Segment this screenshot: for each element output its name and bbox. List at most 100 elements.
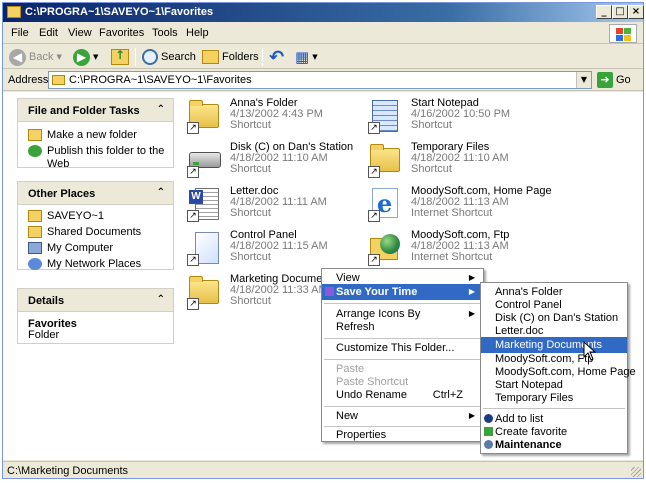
menu-view[interactable]: View — [68, 27, 92, 39]
file-item[interactable]: W ↗ Letter.doc 4/18/2002 11:11 AM Shortcut — [173, 182, 358, 228]
new-folder-icon — [28, 129, 42, 141]
internet-explorer-icon: e ↗ — [368, 186, 402, 222]
up-folder-icon: ↑ — [111, 48, 129, 65]
windows-logo-icon — [609, 24, 637, 43]
address-label: Address — [8, 74, 49, 86]
context-item-save-your-time[interactable]: Save Your Time ▶ — [322, 284, 483, 300]
views-button[interactable]: ▦ ▼ — [295, 47, 318, 67]
back-dropdown-icon[interactable]: ▼ — [56, 53, 61, 61]
context-item-refresh[interactable]: Refresh — [322, 319, 483, 335]
file-item[interactable]: ↗ Start Notepad 4/16/2002 10:50 PM Shortcu… — [354, 94, 539, 140]
details-panel: Details ⌃ Favorites Folder — [17, 288, 174, 344]
submenu-maintenance[interactable]: Maintenance — [481, 437, 627, 453]
status-bar: C:\Marketing Documents — [3, 461, 643, 478]
file-item[interactable]: ↗ Temporary Files 4/18/2002 11:10 AM Short… — [354, 138, 539, 184]
forward-dropdown-icon[interactable]: ▼ — [93, 53, 98, 61]
file-folder-tasks-header[interactable]: File and Folder Tasks ⌃ — [18, 99, 173, 122]
go-arrow-icon: ➜ — [597, 72, 613, 88]
go-label: Go — [616, 74, 631, 86]
collapse-chevron-icon[interactable]: ⌃ — [157, 104, 165, 115]
search-icon — [142, 49, 158, 65]
search-button[interactable]: Search — [142, 47, 196, 67]
details-header[interactable]: Details ⌃ — [18, 289, 173, 312]
back-label: Back — [29, 51, 54, 63]
window-title: C:\PROGRA~1\SAVEYO~1\Favorites — [25, 6, 214, 18]
menu-file[interactable]: File — [11, 27, 29, 39]
resize-grip-icon[interactable] — [631, 467, 641, 477]
file-folder-tasks-panel: File and Folder Tasks ⌃ Make a new folde… — [17, 98, 174, 171]
menu-tools[interactable]: Tools — [152, 27, 178, 39]
other-places-panel: Other Places ⌃ SAVEYO~1 Shared Documents… — [17, 181, 174, 270]
minimize-button[interactable]: _ — [596, 5, 612, 19]
menu-bar: File Edit View Favorites Tools Help — [3, 22, 643, 44]
forward-button[interactable]: ▶ ▼ — [73, 47, 98, 67]
mouse-cursor-icon — [583, 341, 597, 361]
file-item[interactable]: ↗ Anna's Folder 4/13/2002 4:43 PM Shortcut — [173, 94, 358, 140]
context-item-new[interactable]: New ▶ — [322, 408, 483, 424]
document-icon: ↗ — [187, 230, 221, 266]
file-item[interactable]: ↗ Control Panel 4/18/2002 11:15 AM Shortcu… — [173, 226, 358, 272]
back-arrow-icon: ◀ — [9, 48, 26, 66]
back-button[interactable]: ◀ Back ▼ — [9, 47, 62, 67]
menu-favorites[interactable]: Favorites — [99, 27, 144, 39]
other-place-shared-documents[interactable]: Shared Documents — [18, 226, 173, 239]
search-label: Search — [161, 51, 196, 63]
save-your-time-submenu: Anna's Folder Control Panel Disk (C) on … — [480, 282, 636, 454]
address-bar: Address C:\PROGRA~1\SAVEYO~1\Favorites ▼… — [3, 69, 643, 91]
folders-icon — [202, 50, 219, 64]
toolbar: ◀ Back ▼ ▶ ▼ ↑ Search Folders ↶ ▦ ▼ — [3, 45, 643, 69]
folders-button[interactable]: Folders — [202, 47, 259, 67]
up-folder-button[interactable]: ↑ — [111, 47, 129, 67]
go-button[interactable]: ➜ Go — [597, 72, 631, 88]
close-button[interactable]: × — [628, 5, 644, 19]
submenu-item[interactable]: Temporary Files — [481, 390, 627, 406]
notepad-icon: ↗ — [368, 98, 402, 134]
word-document-icon: W ↗ — [187, 186, 221, 222]
context-item-customize-folder[interactable]: Customize This Folder... — [322, 340, 483, 356]
forward-arrow-icon: ▶ — [73, 48, 90, 66]
folders-label: Folders — [222, 51, 259, 63]
address-input[interactable]: C:\PROGRA~1\SAVEYO~1\Favorites ▼ — [48, 71, 592, 89]
title-bar[interactable]: C:\PROGRA~1\SAVEYO~1\Favorites _ □ × — [3, 3, 644, 22]
undo-button[interactable]: ↶ — [269, 46, 285, 68]
menu-edit[interactable]: Edit — [39, 27, 58, 39]
file-item[interactable]: ↗ MoodySoft.com, Ftp 4/18/2002 11:13 AM In… — [354, 226, 539, 272]
views-dropdown-icon[interactable]: ▼ — [312, 53, 317, 61]
address-value: C:\PROGRA~1\SAVEYO~1\Favorites — [69, 74, 252, 86]
other-places-header[interactable]: Other Places ⌃ — [18, 182, 173, 205]
make-new-folder-link[interactable]: Make a new folder — [18, 129, 173, 142]
folder-icon: ↗ — [187, 274, 221, 310]
context-item-undo-rename[interactable]: Undo Rename Ctrl+Z — [322, 387, 483, 403]
context-menu: View ▶ Save Your Time ▶ Arrange Icons By ▶ … — [321, 268, 484, 442]
views-icon: ▦ — [295, 48, 310, 66]
folder-icon: ↗ — [187, 98, 221, 134]
other-place-my-network-places[interactable]: My Network Places — [18, 258, 173, 271]
context-item-properties[interactable]: Properties — [322, 427, 483, 443]
globe-icon — [28, 145, 42, 157]
maintenance-icon — [484, 440, 493, 449]
task-pane: File and Folder Tasks ⌃ Make a new folde… — [3, 92, 174, 460]
menu-help[interactable]: Help — [186, 27, 209, 39]
ftp-globe-icon: ↗ — [368, 230, 402, 266]
my-computer-icon — [28, 242, 42, 254]
network-icon — [28, 258, 42, 270]
folder-icon: ↗ — [368, 142, 402, 178]
maximize-button[interactable]: □ — [612, 5, 628, 19]
folder-icon — [52, 75, 65, 85]
collapse-chevron-icon[interactable]: ⌃ — [157, 187, 165, 198]
collapse-chevron-icon[interactable]: ⌃ — [157, 294, 165, 305]
file-item[interactable]: ↗ Disk (C) on Dan's Station 4/18/2002 11:… — [173, 138, 358, 184]
save-your-time-icon — [325, 287, 334, 296]
shared-folder-icon — [28, 226, 42, 238]
folder-icon — [7, 6, 21, 18]
folder-icon — [28, 210, 42, 222]
other-place-my-computer[interactable]: My Computer — [18, 242, 173, 255]
publish-web-link[interactable]: Publish this folder to the Web — [18, 145, 173, 171]
status-text: C:\Marketing Documents — [7, 465, 129, 477]
add-icon — [484, 414, 493, 423]
file-item[interactable]: e ↗ MoodySoft.com, Home Page 4/18/2002 11… — [354, 182, 552, 228]
undo-icon: ↶ — [269, 46, 285, 68]
other-place-saveyo[interactable]: SAVEYO~1 — [18, 210, 173, 223]
address-dropdown-icon[interactable]: ▼ — [576, 72, 591, 88]
details-type: Folder — [28, 329, 60, 341]
